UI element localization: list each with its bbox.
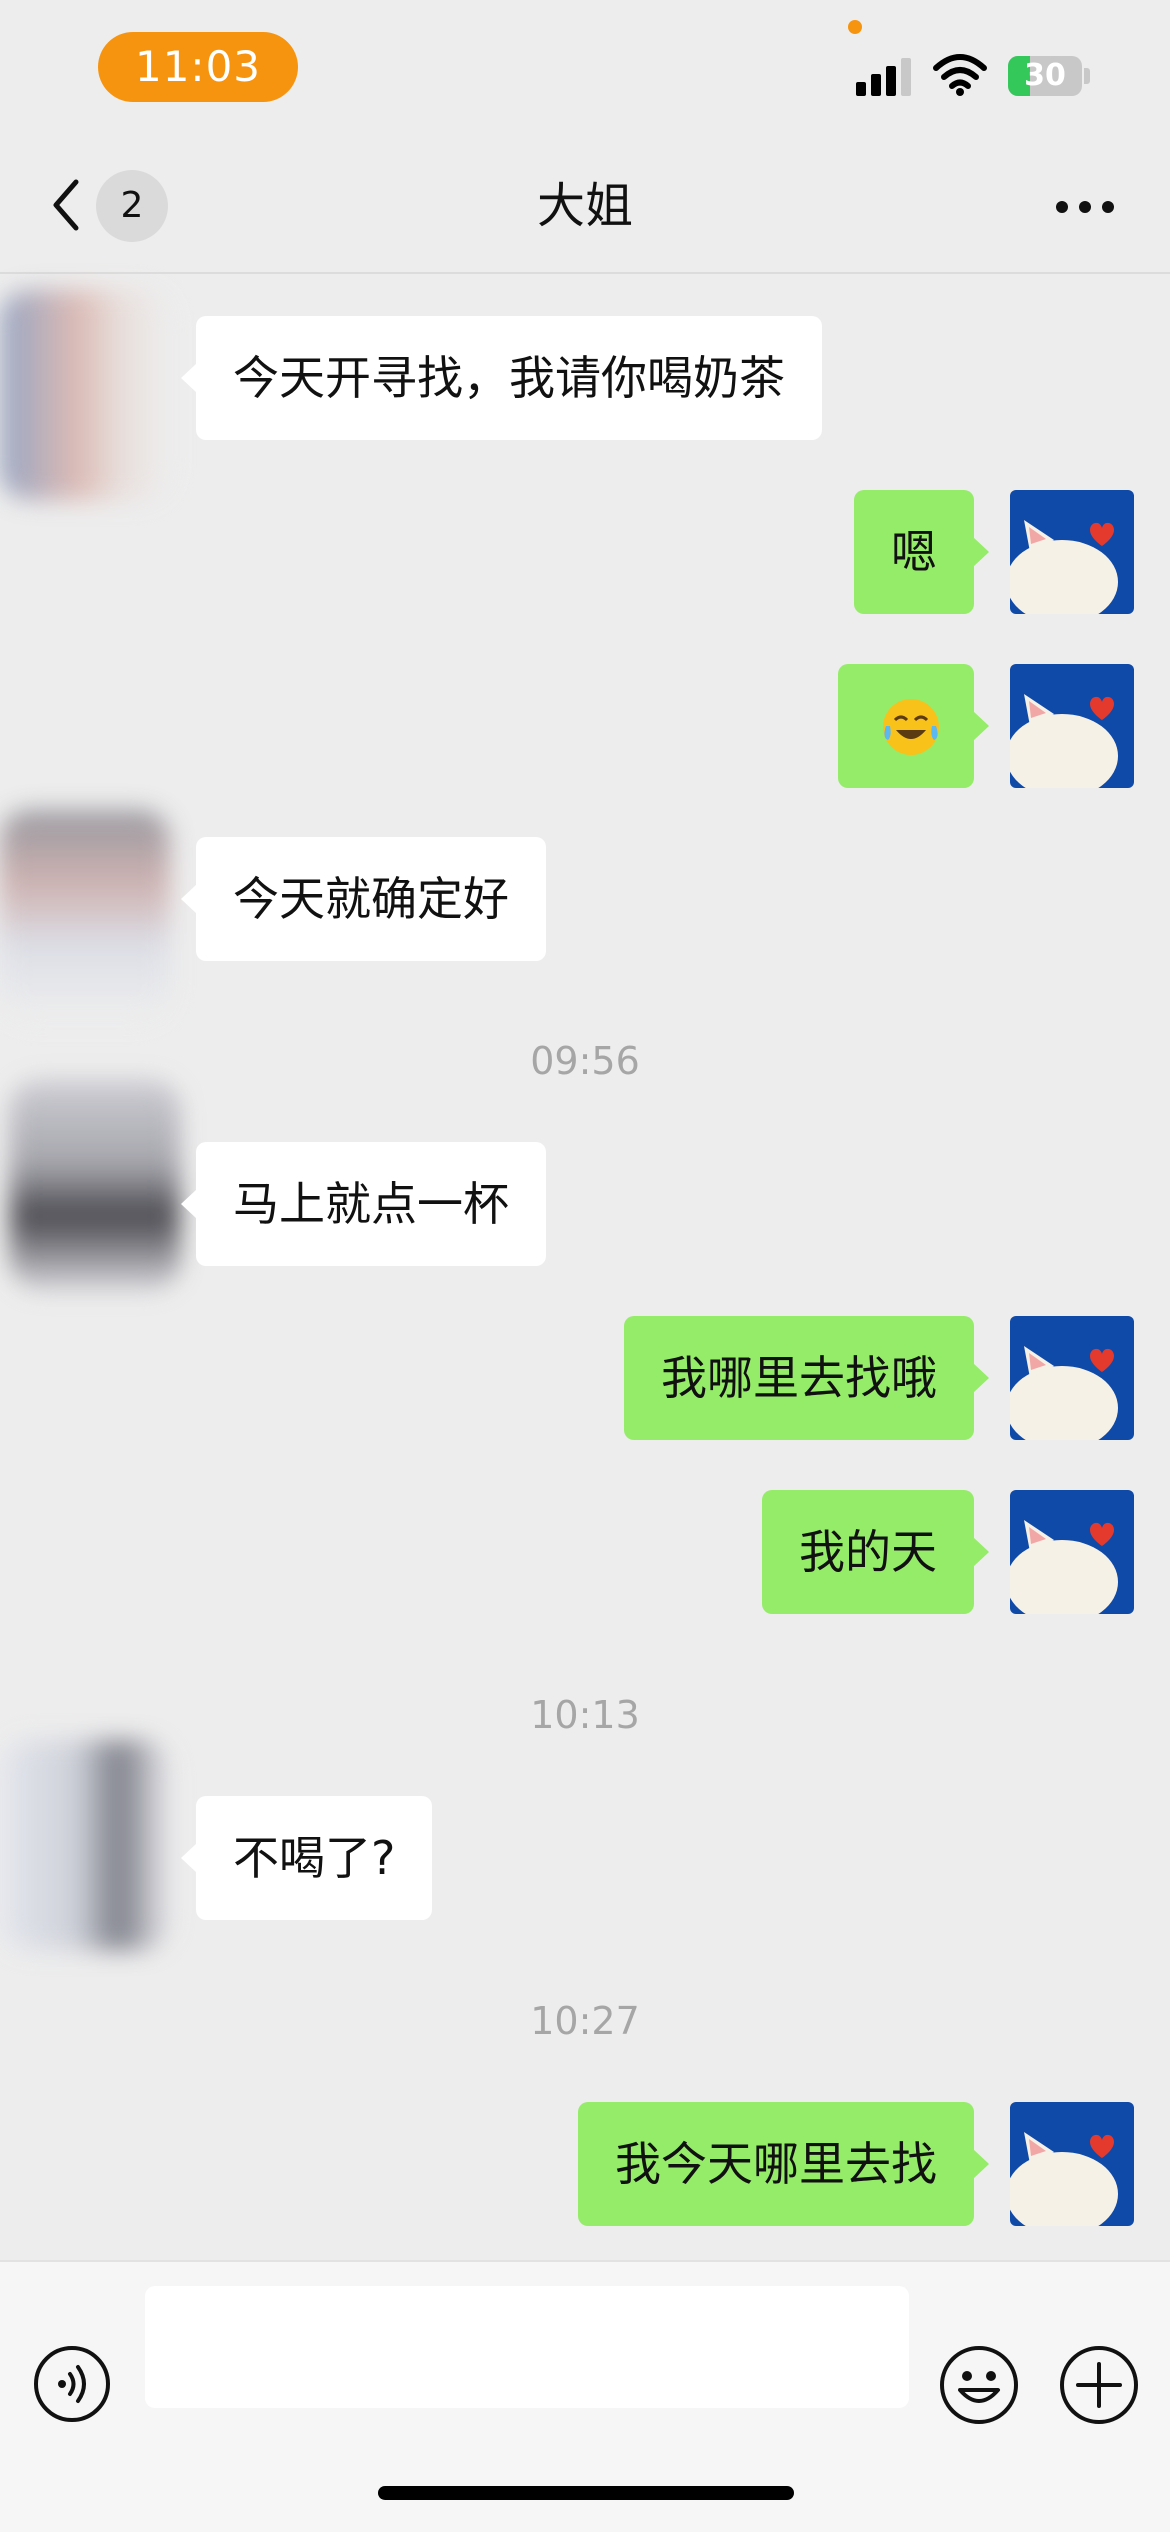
voice-icon[interactable] [32,2344,112,2424]
message-text: 我哪里去找哦 [661,1351,937,1405]
plus-icon[interactable] [1058,2344,1140,2426]
battery-icon: 30 [1008,56,1082,96]
message-text: 我今天哪里去找 [615,2137,937,2191]
more-dots-icon[interactable] [1050,182,1120,232]
chevron-left-icon[interactable] [40,170,100,240]
nav-bar: 2 大姐 [0,140,1170,274]
self-avatar[interactable] [1010,490,1134,614]
contact-avatar[interactable] [0,290,170,500]
cat-avatar-icon [1010,1490,1134,1614]
cat-avatar-icon [1010,1316,1134,1440]
emoji-icon[interactable] [938,2344,1020,2426]
message-bubble-outgoing[interactable]: 我哪里去找哦 [624,1316,989,1440]
message-bubble-outgoing[interactable]: 我今天哪里去找 [578,2102,989,2226]
status-bar: 11:03 30 [0,0,1170,140]
contact-avatar[interactable] [0,810,170,1020]
timestamp-separator: 10:27 [530,1999,640,2043]
cat-avatar-icon [1010,490,1134,614]
cat-avatar-icon [1010,2102,1134,2226]
message-bubble-outgoing[interactable] [838,664,989,788]
self-avatar[interactable] [1010,1316,1134,1440]
message-text: 今天就确定好 [233,872,509,926]
battery-level: 30 [1024,58,1066,93]
message-text: 我的天 [799,1525,937,1579]
self-avatar[interactable] [1010,2102,1134,2226]
self-avatar[interactable] [1010,664,1134,788]
contact-avatar[interactable] [10,1080,180,1290]
message-text: 马上就点一杯 [233,1177,509,1231]
message-bubble-outgoing[interactable]: 嗯 [854,490,989,614]
contact-avatar[interactable] [0,1740,170,1950]
cat-avatar-icon [1010,664,1134,788]
message-bubble-incoming[interactable]: 不喝了? [180,1796,433,1920]
privacy-indicator-dot [848,20,862,34]
message-text: 嗯 [891,525,937,579]
status-time: 11:03 [98,32,298,102]
message-text: 不喝了? [233,1831,396,1885]
message-bubble-incoming[interactable]: 马上就点一杯 [181,1142,546,1266]
unread-count-badge[interactable]: 2 [96,170,168,242]
timestamp-separator: 10:13 [530,1693,640,1737]
message-bubble-incoming[interactable]: 今天开寻找，我请你喝奶茶 [181,316,822,440]
message-input[interactable] [145,2286,909,2408]
cellular-signal-icon [856,56,916,96]
self-avatar[interactable] [1010,1490,1134,1614]
battery-cap [1084,68,1090,84]
timestamp-separator: 09:56 [530,1039,640,1083]
laughing-crying-face-icon [883,699,939,755]
wifi-icon [933,54,987,96]
message-bubble-outgoing[interactable]: 我的天 [762,1490,989,1614]
input-bar [0,2260,1170,2532]
chat-screen: 11:03 30 2 大姐 今天开寻找，我请你喝奶茶 嗯 今天就确定好 09:5… [0,0,1170,2532]
message-text: 今天开寻找，我请你喝奶茶 [233,351,785,405]
message-bubble-incoming[interactable]: 今天就确定好 [181,837,546,961]
chat-title: 大姐 [536,178,633,234]
home-indicator [378,2486,794,2500]
